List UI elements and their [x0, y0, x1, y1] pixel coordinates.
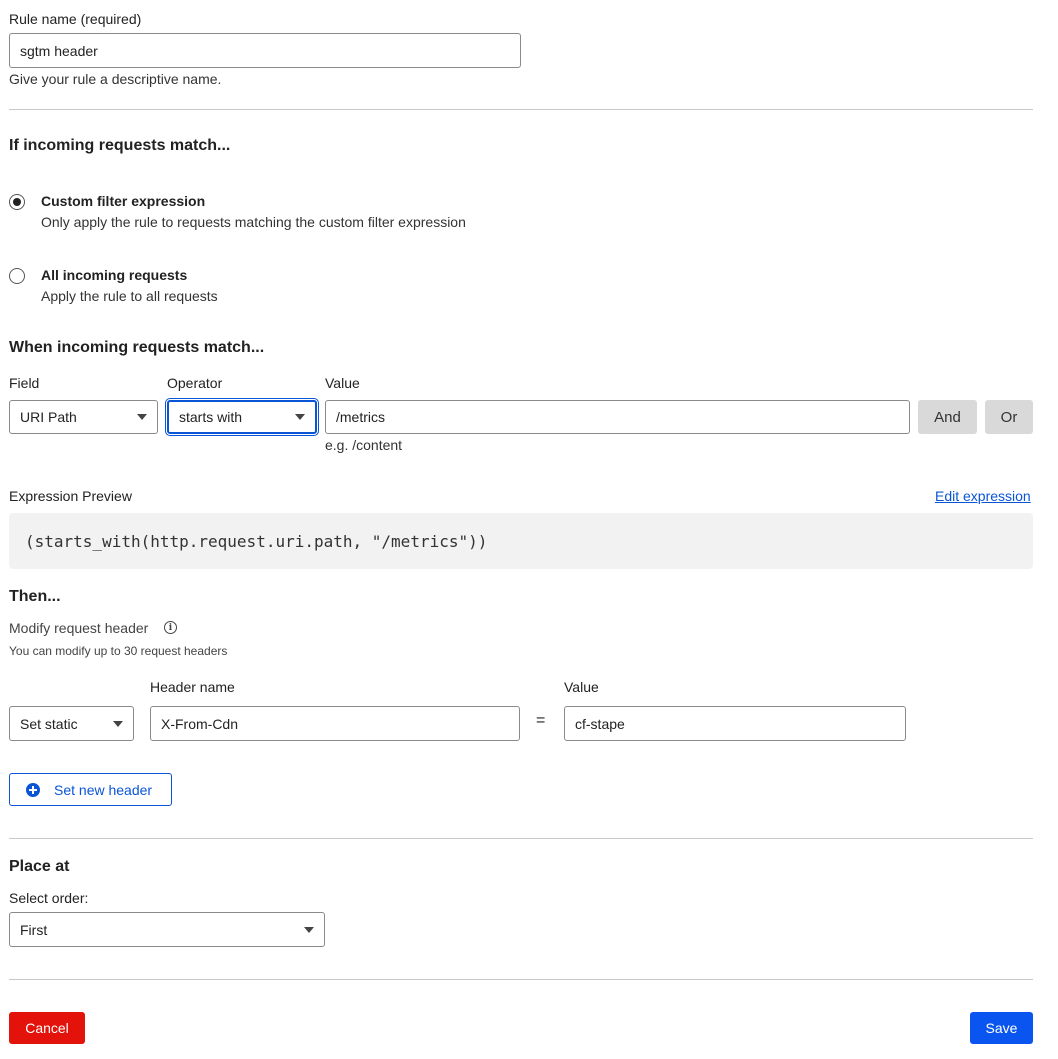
expression-preview: (starts_with(http.request.uri.path, "/me…: [9, 513, 1033, 569]
option-custom-filter-description: Only apply the rule to requests matching…: [41, 214, 466, 230]
chevron-down-icon: [295, 414, 305, 420]
then-heading: Then...: [9, 588, 61, 605]
chevron-down-icon: [304, 926, 314, 933]
radio-custom-filter[interactable]: [9, 194, 25, 210]
place-at-heading: Place at: [9, 858, 70, 875]
operator-label: Operator: [167, 375, 223, 391]
header-value-input[interactable]: cf-stape: [564, 706, 906, 741]
expression-preview-label: Expression Preview: [9, 488, 132, 504]
info-icon[interactable]: i: [164, 621, 177, 634]
modify-request-header-label: Modify request header: [9, 620, 149, 636]
rule-name-help: Give your rule a descriptive name.: [9, 71, 222, 87]
action-select[interactable]: Set static: [9, 706, 134, 741]
operator-select-value: starts with: [179, 409, 243, 425]
option-custom-filter-title: Custom filter expression: [41, 193, 206, 209]
field-select[interactable]: URI Path: [9, 400, 158, 434]
order-select[interactable]: First: [9, 912, 325, 947]
field-select-value: URI Path: [20, 409, 77, 425]
modify-help: You can modify up to 30 request headers: [9, 644, 228, 658]
equals-sign: =: [536, 712, 546, 729]
divider: [9, 838, 1033, 839]
header-name-label: Header name: [150, 679, 235, 695]
plus-circle-icon: [26, 782, 40, 797]
cancel-button[interactable]: Cancel: [9, 1012, 85, 1044]
chevron-down-icon: [137, 414, 147, 420]
rule-name-input[interactable]: sgtm header: [9, 33, 521, 68]
rule-name-label: Rule name (required): [9, 11, 142, 27]
value-help: e.g. /content: [325, 437, 403, 453]
set-new-header-button[interactable]: Set new header: [9, 773, 172, 806]
option-all-requests-title: All incoming requests: [41, 267, 188, 283]
header-name-input[interactable]: X-From-Cdn: [150, 706, 520, 741]
option-all-requests-description: Apply the rule to all requests: [41, 288, 218, 304]
order-select-value: First: [20, 921, 48, 938]
value-input[interactable]: /metrics: [325, 400, 910, 434]
when-heading: When incoming requests match...: [9, 339, 265, 356]
chevron-down-icon: [113, 720, 123, 727]
action-select-value: Set static: [20, 715, 78, 732]
field-label: Field: [9, 375, 40, 391]
header-value-label: Value: [564, 679, 599, 695]
save-button[interactable]: Save: [970, 1012, 1033, 1044]
match-heading: If incoming requests match...: [9, 137, 231, 154]
or-button[interactable]: Or: [985, 400, 1033, 434]
set-new-header-label: Set new header: [54, 781, 153, 798]
and-button[interactable]: And: [918, 400, 977, 434]
divider: [9, 979, 1033, 980]
edit-expression-link[interactable]: Edit expression: [935, 488, 1031, 504]
radio-all-requests[interactable]: [9, 268, 25, 284]
select-order-label: Select order:: [9, 890, 89, 906]
value-label: Value: [325, 375, 360, 391]
divider: [9, 109, 1033, 110]
operator-select[interactable]: starts with: [165, 398, 319, 436]
